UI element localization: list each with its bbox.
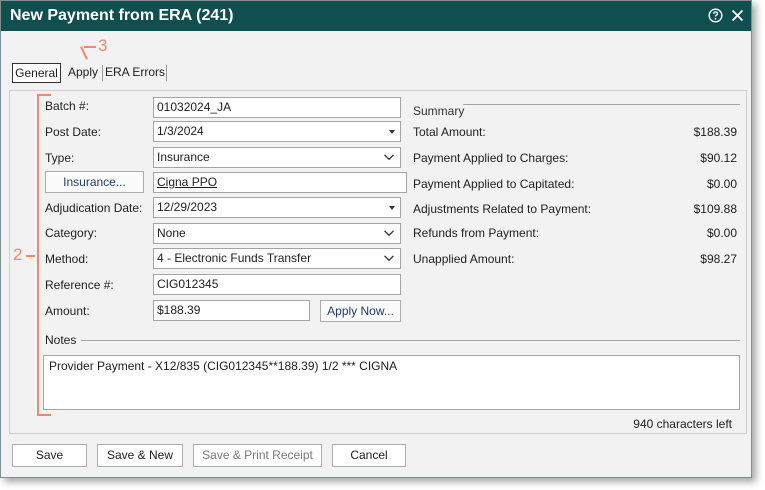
- summary-applied-charges-label: Payment Applied to Charges:: [413, 151, 569, 165]
- callout-apply-line: [84, 46, 96, 48]
- adjudication-date-value: 12/29/2023: [157, 200, 218, 214]
- summary-adjustments-label: Adjustments Related to Payment:: [413, 202, 592, 216]
- reference-input[interactable]: CIG012345: [153, 274, 401, 295]
- summary-refunds-label: Refunds from Payment:: [413, 226, 540, 240]
- insurance-link[interactable]: Cigna PPO: [153, 172, 407, 193]
- notes-label: Notes: [45, 333, 77, 347]
- callout-general-number: 2: [13, 245, 23, 264]
- category-select[interactable]: None: [153, 223, 401, 244]
- reference-label: Reference #:: [45, 278, 114, 292]
- close-icon[interactable]: [730, 8, 745, 23]
- summary-unapplied-label: Unapplied Amount:: [413, 252, 515, 266]
- tab-general[interactable]: General: [12, 63, 61, 83]
- adjudication-date-picker[interactable]: 12/29/2023: [153, 197, 401, 218]
- adjudication-date-label: Adjudication Date:: [45, 201, 143, 215]
- summary-divider: [463, 104, 740, 105]
- category-value: None: [157, 226, 186, 240]
- summary-adjustments-value: $109.88: [693, 202, 737, 216]
- post-date-picker[interactable]: 1/3/2024: [153, 121, 401, 142]
- help-icon[interactable]: [708, 8, 723, 23]
- summary-applied-capitated-label: Payment Applied to Capitated:: [413, 177, 575, 191]
- method-value: 4 - Electronic Funds Transfer: [157, 251, 312, 265]
- post-date-label: Post Date:: [45, 125, 102, 139]
- summary-total-value: $188.39: [693, 125, 737, 139]
- notes-textarea[interactable]: Provider Payment - X12/835 (CIG012345**1…: [43, 355, 740, 410]
- type-value: Insurance: [157, 150, 210, 164]
- title-bar: New Payment from ERA (241): [1, 1, 751, 31]
- caret-down-icon[interactable]: [389, 130, 395, 134]
- method-label: Method:: [45, 252, 89, 266]
- summary-applied-charges-value: $90.12: [700, 151, 737, 165]
- type-select[interactable]: Insurance: [153, 147, 401, 168]
- caret-down-icon[interactable]: [389, 206, 395, 210]
- characters-left-counter: 940 characters left: [633, 417, 732, 431]
- save-button[interactable]: Save: [12, 444, 87, 467]
- window-title: New Payment from ERA (241): [10, 7, 234, 24]
- summary-unapplied-value: $98.27: [700, 252, 737, 266]
- chevron-down-icon[interactable]: [383, 151, 395, 163]
- amount-input[interactable]: $188.39: [153, 300, 310, 321]
- summary-total-label: Total Amount:: [413, 125, 486, 139]
- tab-apply[interactable]: Apply: [65, 63, 101, 83]
- cancel-button[interactable]: Cancel: [332, 444, 406, 467]
- payment-dialog: New Payment from ERA (241) General Apply…: [0, 0, 752, 478]
- save-and-new-button[interactable]: Save & New: [97, 444, 183, 467]
- type-label: Type:: [45, 151, 75, 165]
- tab-era-errors[interactable]: ERA Errors: [105, 63, 165, 83]
- batch-input[interactable]: 01032024_JA: [153, 97, 401, 118]
- tab-divider: [102, 65, 103, 81]
- insurance-button[interactable]: Insurance...: [45, 171, 144, 193]
- chevron-down-icon[interactable]: [383, 227, 395, 239]
- summary-applied-capitated-value: $0.00: [706, 177, 737, 191]
- callout-general-line: [26, 255, 35, 257]
- apply-now-button[interactable]: Apply Now...: [320, 300, 401, 322]
- summary-refunds-value: $0.00: [706, 226, 737, 240]
- tab-divider: [166, 65, 167, 81]
- notes-divider: [81, 340, 740, 341]
- chevron-down-icon[interactable]: [383, 252, 395, 264]
- amount-label: Amount:: [45, 304, 90, 318]
- summary-title: Summary: [413, 104, 465, 118]
- category-label: Category:: [45, 226, 98, 240]
- save-and-print-receipt-button[interactable]: Save & Print Receipt: [193, 444, 322, 467]
- method-select[interactable]: 4 - Electronic Funds Transfer: [153, 248, 401, 269]
- batch-label: Batch #:: [45, 99, 90, 113]
- post-date-value: 1/3/2024: [157, 124, 204, 138]
- callout-apply-number: 3: [98, 36, 108, 55]
- callout-apply-line: [80, 46, 88, 60]
